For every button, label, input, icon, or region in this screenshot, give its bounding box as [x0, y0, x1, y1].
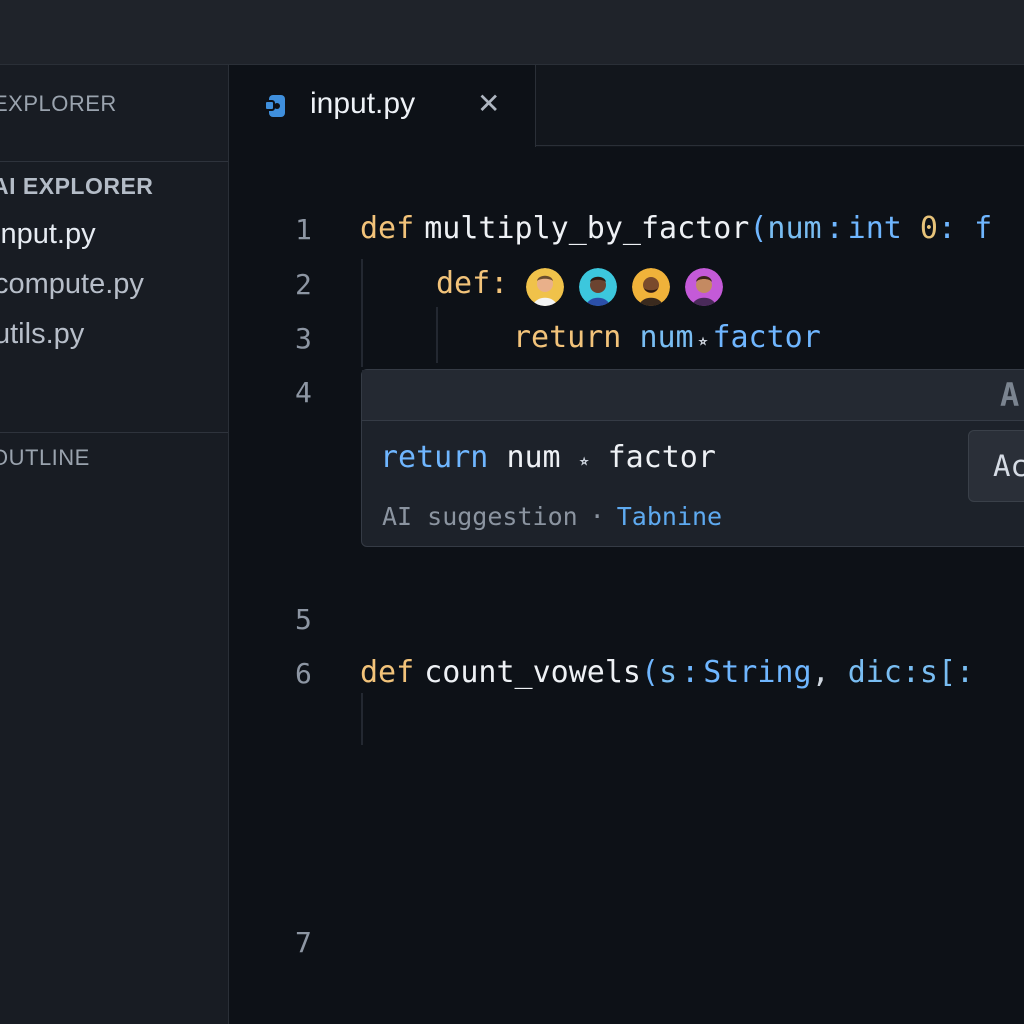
keyword: return — [380, 440, 489, 475]
code-line-3: return num ⭒ factor — [513, 320, 821, 355]
truncated-text: f — [974, 211, 993, 246]
truncated-text: dic:s[: — [847, 655, 975, 690]
suggestion-meta: AI suggestion · Tabnine — [382, 502, 722, 531]
line-number: 6 — [295, 657, 312, 690]
colon: : — [490, 266, 509, 301]
file-item-compute[interactable]: compute.py — [0, 268, 144, 301]
ai-explorer-section[interactable]: AI EXPLORER — [0, 173, 153, 200]
line-number: 3 — [295, 322, 312, 355]
tabnine-link[interactable]: Tabnine — [617, 502, 722, 531]
comma: , — [811, 655, 830, 690]
colon: : — [681, 655, 700, 690]
tab-label: input.py — [310, 87, 416, 120]
file-item-input[interactable]: input.py — [0, 218, 96, 251]
close-icon[interactable]: ✕ — [477, 87, 500, 120]
identifier: factor — [607, 440, 716, 475]
colon: : — [825, 211, 844, 246]
keyword: return — [513, 320, 622, 355]
identifier: num — [639, 320, 694, 355]
keyword: def — [436, 266, 491, 301]
python-file-icon — [264, 95, 285, 117]
keyword: def — [360, 655, 415, 690]
code-line-2: def: — [436, 266, 508, 301]
identifier: num — [506, 440, 561, 475]
separator: · — [589, 502, 605, 531]
suggestion-code[interactable]: return num ⭒ factor — [380, 440, 716, 475]
suggestion-header-label: A — [1000, 376, 1020, 414]
function-name: multiply_by_factor — [424, 211, 750, 246]
code-line-1: def multiply_by_factor(num: int 0: f — [360, 211, 992, 246]
code-line-6: def count_vowels(s: String, dic:s[: — [360, 655, 974, 690]
suggestion-label: AI suggestion — [382, 502, 578, 531]
accept-label: Accept — [993, 449, 1024, 483]
line-number: 1 — [295, 213, 312, 246]
function-name: count_vowels — [424, 655, 641, 690]
line-number: 4 — [295, 376, 312, 409]
colon: : — [937, 211, 957, 246]
title-bar — [0, 0, 1024, 65]
indent-guide — [361, 693, 363, 745]
number: 0 — [919, 211, 938, 246]
accept-button[interactable]: Accept — [968, 430, 1024, 502]
avatar[interactable] — [526, 268, 564, 306]
line-number: 2 — [295, 268, 312, 301]
indent-guide — [361, 259, 363, 367]
operator: ⭒ — [697, 328, 709, 352]
param: num — [767, 211, 822, 246]
operator: ⭒ — [578, 448, 590, 472]
line-number: 5 — [295, 603, 312, 636]
tab-input-py[interactable]: input.py ✕ — [229, 65, 536, 147]
keyword: def — [360, 211, 415, 246]
indent-guide — [436, 307, 438, 363]
type: int — [847, 211, 902, 246]
file-item-utils[interactable]: utils.py — [0, 318, 84, 351]
avatar[interactable] — [632, 268, 670, 306]
avatar[interactable] — [579, 268, 617, 306]
avatar[interactable] — [685, 268, 723, 306]
outline-section[interactable]: OUTLINE — [0, 445, 90, 471]
divider — [0, 161, 228, 162]
paren: ( — [641, 655, 660, 690]
param: s — [659, 655, 678, 690]
code-editor[interactable]: 1 2 3 4 5 6 7 def multiply_by_factor(num… — [229, 147, 1024, 1024]
paren: ( — [749, 211, 768, 246]
suggestion-header: A — [362, 370, 1024, 421]
divider — [0, 432, 228, 433]
divider — [536, 145, 1024, 146]
tab-bar: input.py ✕ — [229, 65, 1024, 147]
explorer-title: EXPLORER — [0, 91, 117, 116]
identifier: factor — [712, 320, 821, 355]
ai-suggestion-widget: A return num ⭒ factor AI suggestion · Tabn… — [361, 369, 1024, 547]
type: String — [703, 655, 812, 690]
line-number: 7 — [295, 926, 312, 959]
sidebar: EXPLORER AI EXPLORER input.py compute.py… — [0, 65, 229, 1024]
